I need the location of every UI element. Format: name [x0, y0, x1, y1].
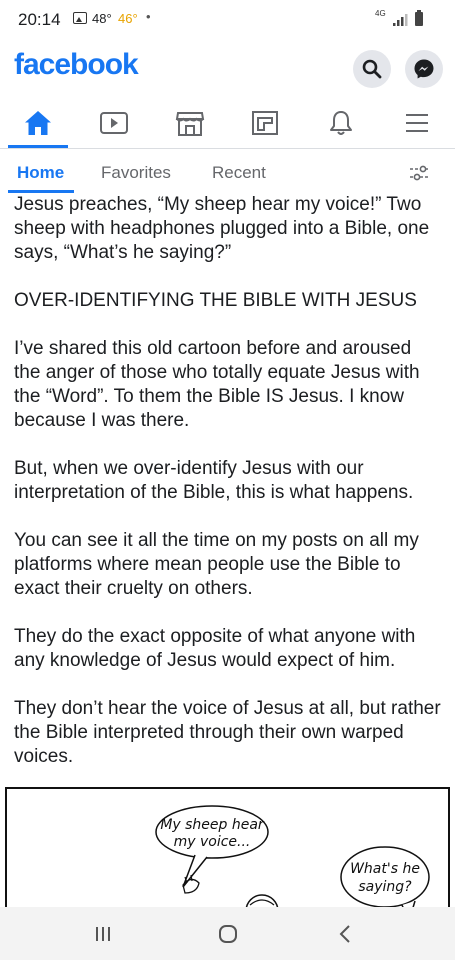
cartoon-image[interactable]: My sheep hear my voice... What's he sayi… [5, 787, 450, 917]
messenger-icon [414, 59, 434, 79]
post-paragraph: But, when we over-identify Jesus with ou… [14, 458, 414, 503]
post-paragraph: Jesus preaches, “My sheep hear my voice!… [14, 194, 430, 263]
weather-temp: 48° [92, 11, 112, 26]
post-paragraph: OVER-IDENTIFYING THE BIBLE WITH JESUS [14, 290, 417, 311]
notifications-icon [330, 111, 353, 135]
tab-favorites[interactable]: Favorites [101, 163, 171, 183]
post-paragraph: They don’t hear the voice of Jesus at al… [14, 698, 441, 767]
status-time: 20:14 [18, 10, 61, 29]
home-nav-button[interactable] [208, 919, 248, 949]
app-header: facebook [0, 38, 455, 98]
weather-temp-alt: 46° [118, 11, 138, 26]
post-paragraph: They do the exact opposite of what anyon… [14, 626, 416, 671]
menu-icon [406, 114, 429, 132]
recents-icon [96, 927, 110, 941]
bubble-text-sheep-1: What's he [350, 861, 420, 877]
search-button[interactable] [353, 50, 391, 88]
facebook-logo[interactable]: facebook [14, 48, 139, 82]
bubble-text-sheep-2: saying? [358, 879, 412, 895]
status-indicators: 4G [375, 8, 435, 30]
main-nav [0, 98, 455, 148]
battery-icon [415, 10, 423, 26]
recents-button[interactable] [83, 919, 123, 949]
feed-tabs: Home Favorites Recent [0, 149, 455, 193]
nav-watch[interactable] [76, 98, 152, 148]
messenger-button[interactable] [405, 50, 443, 88]
nav-home[interactable] [0, 98, 76, 148]
tab-recent[interactable]: Recent [212, 163, 266, 183]
tab-home[interactable]: Home [17, 163, 64, 183]
post-paragraph: You can see it all the time on my posts … [14, 530, 419, 599]
post-paragraph: I’ve shared this old cartoon before and … [14, 338, 420, 431]
bubble-text-jesus-1: My sheep hear [160, 817, 265, 833]
nav-notifications[interactable] [303, 98, 379, 148]
home-icon [24, 111, 51, 135]
gallery-notification-icon [73, 12, 87, 24]
home-circle-icon [219, 925, 237, 943]
signal-icon [393, 14, 408, 26]
notification-dot: • [146, 9, 151, 24]
system-nav-bar [0, 907, 455, 960]
back-button[interactable] [325, 919, 365, 949]
nav-pages[interactable] [227, 98, 303, 148]
nav-menu[interactable] [379, 98, 455, 148]
search-icon [362, 59, 382, 79]
filter-icon[interactable] [408, 164, 432, 182]
nav-marketplace[interactable] [152, 98, 228, 148]
pages-icon [252, 111, 279, 135]
cartoon-drawing: My sheep hear my voice... What's he sayi… [155, 805, 430, 917]
status-bar: 20:14 48° 46° • 4G [0, 0, 455, 38]
watch-icon [99, 112, 128, 134]
marketplace-icon [175, 112, 204, 136]
bubble-text-jesus-2: my voice... [174, 834, 251, 850]
post-text: Jesus preaches, “My sheep hear my voice!… [14, 193, 442, 793]
network-type: 4G [375, 9, 386, 18]
back-icon [339, 925, 350, 943]
